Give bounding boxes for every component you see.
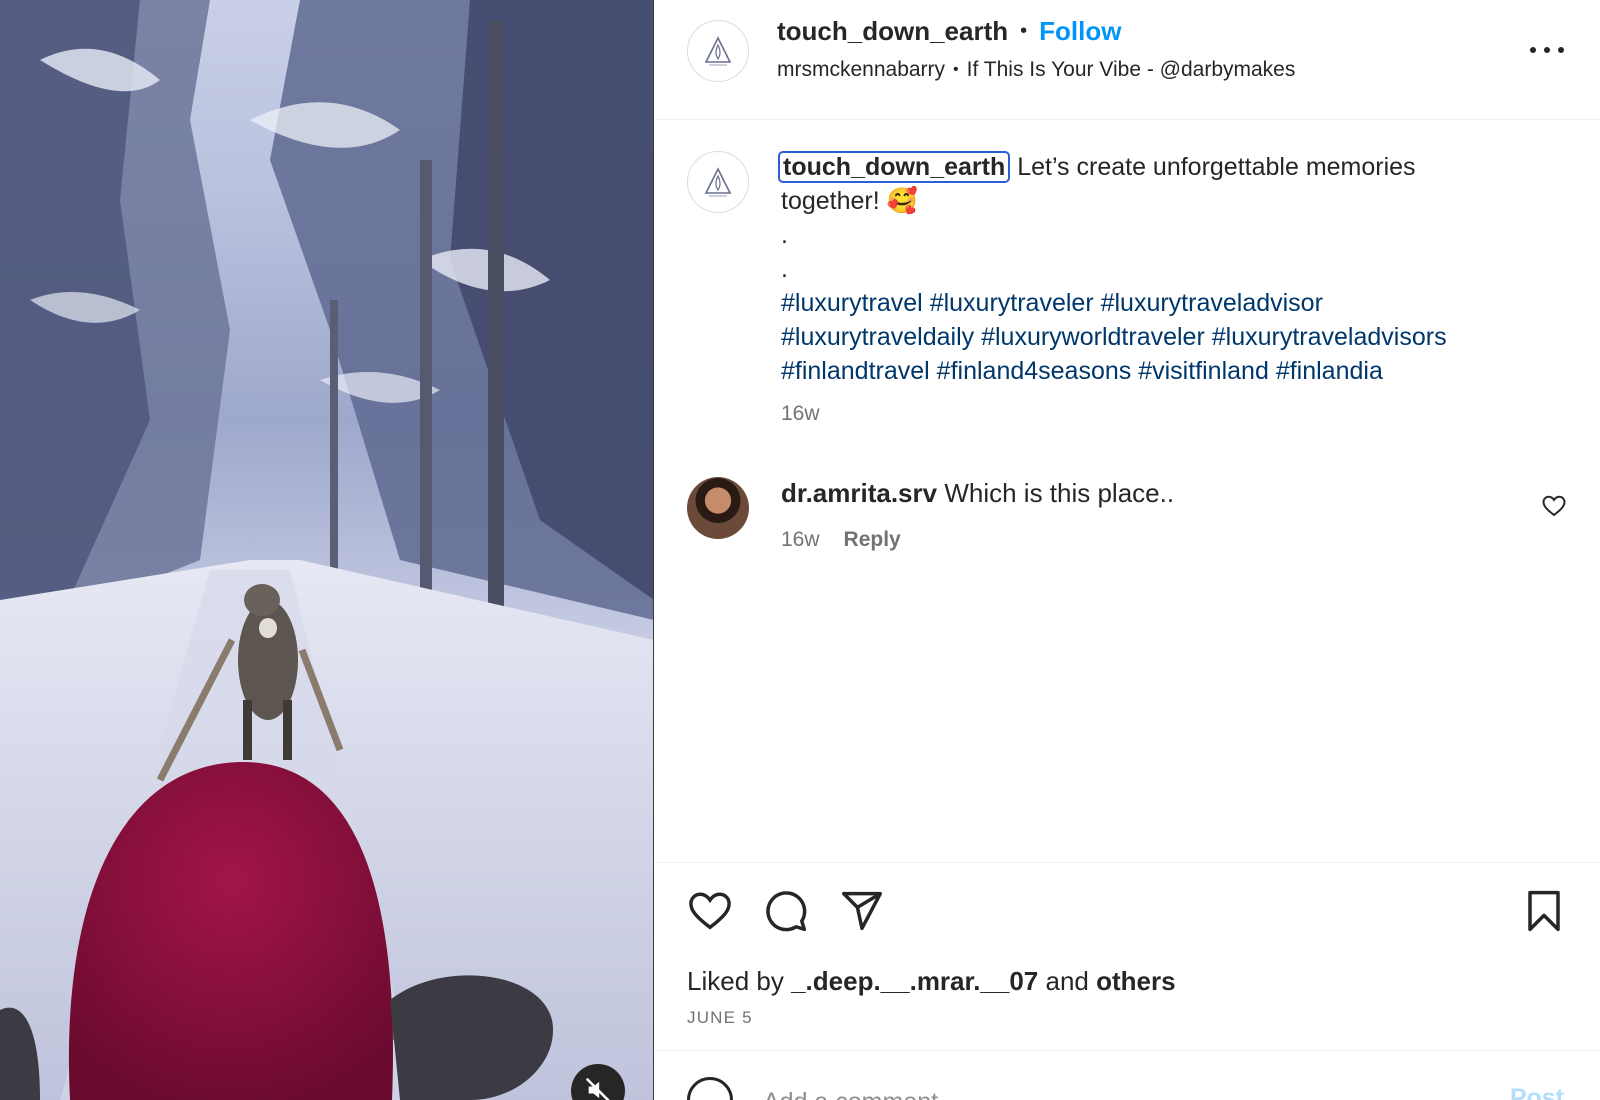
author-avatar[interactable] xyxy=(687,20,749,82)
muted-speaker-icon xyxy=(584,1076,612,1100)
comment-meta: 16w Reply xyxy=(781,528,901,552)
audio-user-link[interactable]: mrsmckennabarry xyxy=(777,58,945,82)
commenter-username[interactable]: dr.amrita.srv xyxy=(781,478,937,508)
caption-first-line: touch_down_earth Let’s create unforgetta… xyxy=(778,150,1571,184)
hashtag-link[interactable]: #luxurytraveladvisor xyxy=(1101,289,1323,317)
video-frame xyxy=(0,0,653,1100)
caption-text: Let’s create unforgettable memories xyxy=(1010,153,1416,181)
audio-line: mrsmckennabarry • If This Is Your Vibe -… xyxy=(777,58,1295,82)
comment-bubble-icon xyxy=(766,891,807,932)
caption-author-avatar[interactable] xyxy=(687,151,749,213)
triangle-logo-icon xyxy=(704,167,732,197)
commenter-avatar[interactable] xyxy=(687,477,749,539)
hashtag-link[interactable]: #finlandia xyxy=(1276,357,1383,385)
heart-icon[interactable] xyxy=(1542,495,1566,517)
hashtag-link[interactable]: #finlandtravel xyxy=(781,357,930,385)
comment-button[interactable] xyxy=(763,888,809,934)
likes-summary: Liked by _.deep.__.mrar.__07 and others xyxy=(687,966,1176,997)
audio-track-link[interactable]: If This Is Your Vibe - @darbymakes xyxy=(967,58,1296,82)
save-button[interactable] xyxy=(1521,888,1567,934)
caption-timestamp[interactable]: 16w xyxy=(781,402,820,426)
caption-text-line2: together! 🥰 xyxy=(781,187,918,215)
heart-icon xyxy=(689,892,731,930)
post-header: touch_down_earth • Follow mrsmckennabarr… xyxy=(655,0,1600,120)
author-line: touch_down_earth • Follow xyxy=(777,16,1121,47)
share-button[interactable] xyxy=(839,888,885,934)
liker-username[interactable]: _.deep.__.mrar.__07 xyxy=(791,966,1038,996)
comment-timestamp[interactable]: 16w xyxy=(781,528,820,552)
more-options-icon[interactable] xyxy=(1530,38,1564,62)
separator-dot: • xyxy=(1020,20,1028,42)
bookmark-icon xyxy=(1528,890,1560,932)
hashtag-link[interactable]: #luxurytraveldaily xyxy=(781,323,974,351)
caption-dot: . xyxy=(781,221,788,249)
post-comment-button[interactable]: Post xyxy=(1510,1084,1564,1100)
paper-plane-icon xyxy=(842,891,882,931)
comment-body: dr.amrita.srv Which is this place.. xyxy=(781,478,1174,509)
hashtag-list: #luxurytravel #luxurytraveler #luxurytra… xyxy=(781,286,1571,388)
caption-username-link[interactable]: touch_down_earth xyxy=(778,151,1011,183)
hashtag-link[interactable]: #luxurytraveler xyxy=(930,289,1094,317)
reply-button[interactable]: Reply xyxy=(844,528,901,552)
hashtag-link[interactable]: #luxuryworldtraveler xyxy=(981,323,1205,351)
like-button[interactable] xyxy=(687,888,733,934)
post-details-panel: touch_down_earth • Follow mrsmckennabarr… xyxy=(655,0,1600,1100)
hashtag-link[interactable]: #luxurytraveladvisors xyxy=(1212,323,1447,351)
caption-dot: . xyxy=(781,255,788,283)
author-username[interactable]: touch_down_earth xyxy=(777,16,1008,47)
comment-text: Which is this place.. xyxy=(944,478,1175,508)
likes-others-link[interactable]: others xyxy=(1096,966,1175,996)
actions-divider xyxy=(655,862,1600,863)
hashtag-link[interactable]: #finland4seasons xyxy=(937,357,1132,385)
post-date[interactable]: JUNE 5 xyxy=(687,1008,753,1028)
likes-prefix: Liked by xyxy=(687,966,784,996)
comment-input[interactable] xyxy=(763,1082,1463,1100)
triangle-logo-icon xyxy=(704,36,732,66)
hashtag-link[interactable]: #visitfinland xyxy=(1138,357,1269,385)
post-video[interactable] xyxy=(0,0,654,1100)
hashtag-link[interactable]: #luxurytravel xyxy=(781,289,923,317)
follow-button[interactable]: Follow xyxy=(1039,16,1121,47)
likes-and: and xyxy=(1045,966,1089,996)
separator-dot: • xyxy=(953,61,959,78)
post-caption: touch_down_earth Let’s create unforgetta… xyxy=(778,150,1571,388)
